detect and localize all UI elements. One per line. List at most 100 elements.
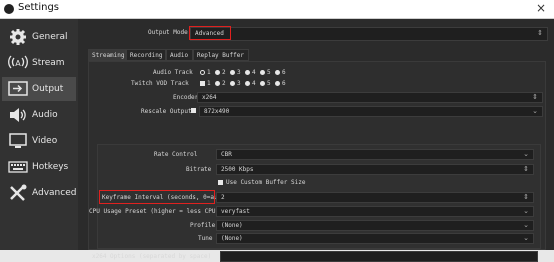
encoder-label: Encoder — [173, 94, 199, 101]
sidebar-item-label: Hotkeys — [32, 162, 69, 172]
encoder-select[interactable]: x264 ⇕ — [197, 92, 543, 103]
profile-select[interactable]: (None) ⌄ — [216, 220, 534, 231]
twitch-vod-label: Twitch VOD Track — [131, 80, 189, 87]
rescale-output-checkbox[interactable] — [191, 108, 196, 113]
cpu-preset-select[interactable]: veryfast ⌄ — [216, 206, 534, 217]
twitch-vod-check-1[interactable] — [200, 81, 205, 86]
updown-arrow-icon: ⇕ — [537, 29, 543, 37]
highlight-box — [189, 26, 231, 40]
output-icon — [8, 81, 28, 96]
sidebar-item-hotkeys[interactable]: Hotkeys — [2, 155, 76, 179]
twitch-vod-option-label: 2 — [222, 80, 226, 87]
window-title: Settings — [18, 2, 60, 13]
tune-select[interactable]: (None) ⌄ — [216, 233, 534, 244]
profile-label: Profile — [190, 222, 216, 229]
gear-icon — [10, 29, 26, 45]
sidebar-item-label: Advanced — [32, 188, 77, 198]
obs-logo-icon — [4, 4, 14, 14]
audio-track-option-label: 6 — [282, 69, 286, 76]
sidebar-item-general[interactable]: General — [2, 25, 76, 49]
chevron-down-icon: ⌄ — [532, 107, 538, 115]
sidebar-item-video[interactable]: Video — [2, 129, 76, 153]
twitch-vod-radio-2[interactable] — [215, 81, 220, 86]
bitrate-label: Bitrate — [186, 166, 212, 173]
keyframe-interval-value: 2 — [221, 194, 225, 201]
rescale-resolution-select[interactable]: 872x490 ⌄ — [199, 106, 543, 117]
twitch-vod-radio-3[interactable] — [230, 81, 235, 86]
tab-replay-buffer[interactable]: Replay Buffer — [193, 49, 249, 61]
settings-window: General A Stream Output Audio Video Hotk… — [0, 19, 554, 262]
audio-track-radio-1[interactable] — [200, 70, 205, 75]
streaming-panel: Audio Track 1 2 3 4 5 6 Twitch VOD Track… — [88, 61, 546, 250]
title-bar: Settings × — [0, 0, 554, 19]
sidebar: General A Stream Output Audio Video Hotk… — [0, 19, 78, 250]
sidebar-item-audio[interactable]: Audio — [2, 103, 76, 127]
x264-options-label-row: x264 Options (separated by space) — [92, 253, 211, 260]
sidebar-item-label: Stream — [32, 58, 65, 68]
sidebar-item-advanced[interactable]: Advanced — [2, 181, 76, 205]
audio-track-option-label: 5 — [267, 69, 271, 76]
output-mode-label: Output Mode — [148, 29, 188, 36]
audio-track-radio-6[interactable] — [275, 70, 280, 75]
keyboard-icon — [8, 161, 28, 173]
audio-track-option-label: 4 — [252, 69, 256, 76]
audio-track-option-label: 2 — [222, 69, 226, 76]
rate-control-value: CBR — [221, 151, 232, 158]
chevron-down-icon: ⌄ — [523, 234, 529, 242]
twitch-vod-radio-6[interactable] — [275, 81, 280, 86]
wrench-screwdriver-icon — [10, 184, 27, 201]
bitrate-spinbox[interactable]: 2500 Kbps ⇕ — [216, 164, 534, 175]
audio-track-radio-3[interactable] — [230, 70, 235, 75]
chevron-down-icon: ⌄ — [523, 150, 529, 158]
sidebar-item-label: Video — [32, 136, 58, 146]
sidebar-item-output[interactable]: Output — [2, 77, 76, 101]
close-button[interactable]: × — [536, 1, 546, 15]
tab-recording[interactable]: Recording — [126, 49, 166, 61]
rate-control-label: Rate Control — [154, 151, 198, 158]
svg-text:A: A — [15, 59, 21, 68]
chevron-down-icon: ⌄ — [523, 207, 529, 215]
audio-track-radio-4[interactable] — [245, 70, 250, 75]
broadcast-icon: A — [8, 55, 28, 69]
tune-value: (None) — [221, 235, 243, 242]
twitch-vod-option-label: 1 — [207, 80, 211, 87]
chevron-down-icon: ⌄ — [523, 221, 529, 229]
highlight-box — [99, 190, 215, 204]
x264-options-input[interactable] — [220, 251, 538, 262]
twitch-vod-radio-4[interactable] — [245, 81, 250, 86]
audio-track-radio-5[interactable] — [260, 70, 265, 75]
twitch-vod-option-label: 6 — [282, 80, 286, 87]
audio-track-radio-2[interactable] — [215, 70, 220, 75]
encoder-value: x264 — [202, 94, 217, 101]
monitor-icon — [9, 133, 27, 148]
x264-options-label: x264 Options (separated by space) — [92, 253, 212, 260]
encoder-settings-panel: Rate Control CBR ⌄ Bitrate 2500 Kbps ⇕ U… — [89, 144, 541, 249]
updown-arrow-icon: ⇕ — [532, 93, 538, 101]
cpu-preset-label: CPU Usage Preset (higher = less CPU) — [89, 208, 220, 215]
audio-track-option-label: 3 — [237, 69, 241, 76]
cpu-preset-value: veryfast — [221, 208, 250, 215]
updown-arrow-icon: ⇕ — [523, 165, 529, 173]
rescale-value: 872x490 — [204, 108, 230, 115]
rescale-output-label: Rescale Output — [141, 108, 192, 115]
rate-control-select[interactable]: CBR ⌄ — [216, 149, 534, 160]
sidebar-item-label: Output — [32, 84, 64, 94]
keyframe-interval-spinbox[interactable]: 2 ⇕ — [216, 192, 534, 203]
sidebar-item-label: Audio — [32, 110, 58, 120]
output-mode-select[interactable]: Advanced ⇕ — [190, 27, 548, 41]
tab-streaming[interactable]: Streaming — [88, 49, 126, 61]
custom-buffer-label: Use Custom Buffer Size — [226, 179, 306, 186]
speaker-icon — [10, 108, 26, 122]
updown-arrow-icon: ⇕ — [523, 193, 529, 201]
twitch-vod-option-label: 3 — [237, 80, 241, 87]
twitch-vod-option-label: 5 — [267, 80, 271, 87]
twitch-vod-radio-5[interactable] — [260, 81, 265, 86]
bitrate-value: 2500 Kbps — [221, 166, 254, 173]
sidebar-item-label: General — [32, 32, 68, 42]
custom-buffer-checkbox[interactable] — [218, 180, 223, 185]
audio-track-option-label: 1 — [207, 69, 211, 76]
tab-audio[interactable]: Audio — [166, 49, 193, 61]
twitch-vod-option-label: 4 — [252, 80, 256, 87]
profile-value: (None) — [221, 222, 243, 229]
sidebar-item-stream[interactable]: A Stream — [2, 51, 76, 75]
